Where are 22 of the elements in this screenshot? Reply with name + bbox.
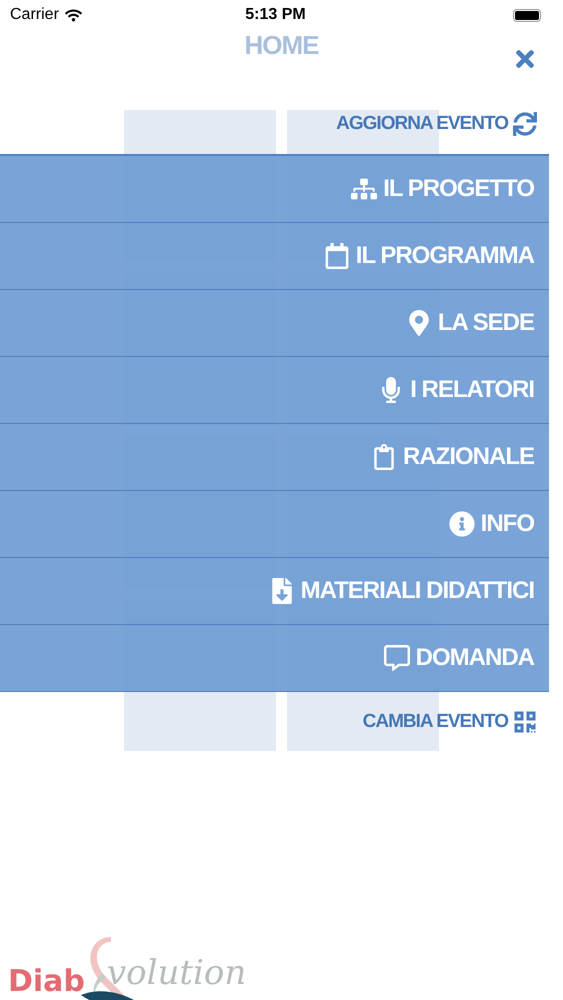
change-event-link[interactable]: CAMBIA EVENTO xyxy=(362,710,537,734)
menu-item[interactable]: LA SEDE xyxy=(0,290,549,357)
menu-item[interactable]: IL PROGRAMMA xyxy=(0,223,549,290)
menu-item[interactable]: INFO xyxy=(0,491,549,558)
refresh-icon xyxy=(513,112,537,136)
battery-icon xyxy=(513,8,541,22)
speech-bubble-icon xyxy=(384,645,410,671)
menu-item[interactable]: RAZIONALE xyxy=(0,424,549,491)
page-title: HOME xyxy=(244,30,318,62)
logo: Diab volution xyxy=(8,937,248,1000)
wifi-icon xyxy=(64,6,82,24)
menu-item[interactable]: I RELATORI xyxy=(0,357,549,424)
menu-item[interactable]: IL PROGETTO xyxy=(0,156,549,223)
menu-item[interactable]: DOMANDA xyxy=(0,625,549,692)
qr-code-icon xyxy=(513,710,537,734)
refresh-event-link[interactable]: AGGIORNA EVENTO xyxy=(336,112,537,136)
carrier-label: Carrier xyxy=(10,6,59,24)
calendar-icon xyxy=(324,243,350,269)
info-icon xyxy=(448,511,475,537)
sitemap-icon xyxy=(351,176,378,202)
status-time: 5:13 PM xyxy=(245,6,306,24)
menu-item[interactable]: MATERIALI DIDATTICI xyxy=(0,558,549,625)
